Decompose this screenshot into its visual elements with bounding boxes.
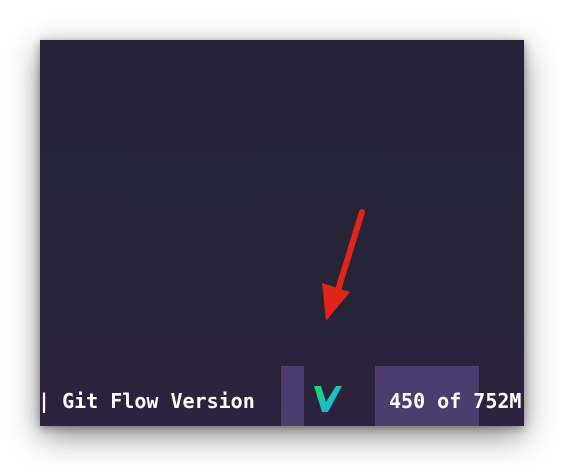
ide-window: | Git Flow Version 450 of 752M (40, 40, 524, 426)
git-flow-version-widget[interactable]: | Git Flow Version (40, 366, 255, 426)
memory-indicator-label: 450 of 752M (389, 389, 522, 413)
status-bar-widget-separator[interactable] (281, 366, 304, 426)
v-logo-icon[interactable] (314, 386, 342, 412)
status-bar: | Git Flow Version 450 of 752M (40, 366, 524, 426)
